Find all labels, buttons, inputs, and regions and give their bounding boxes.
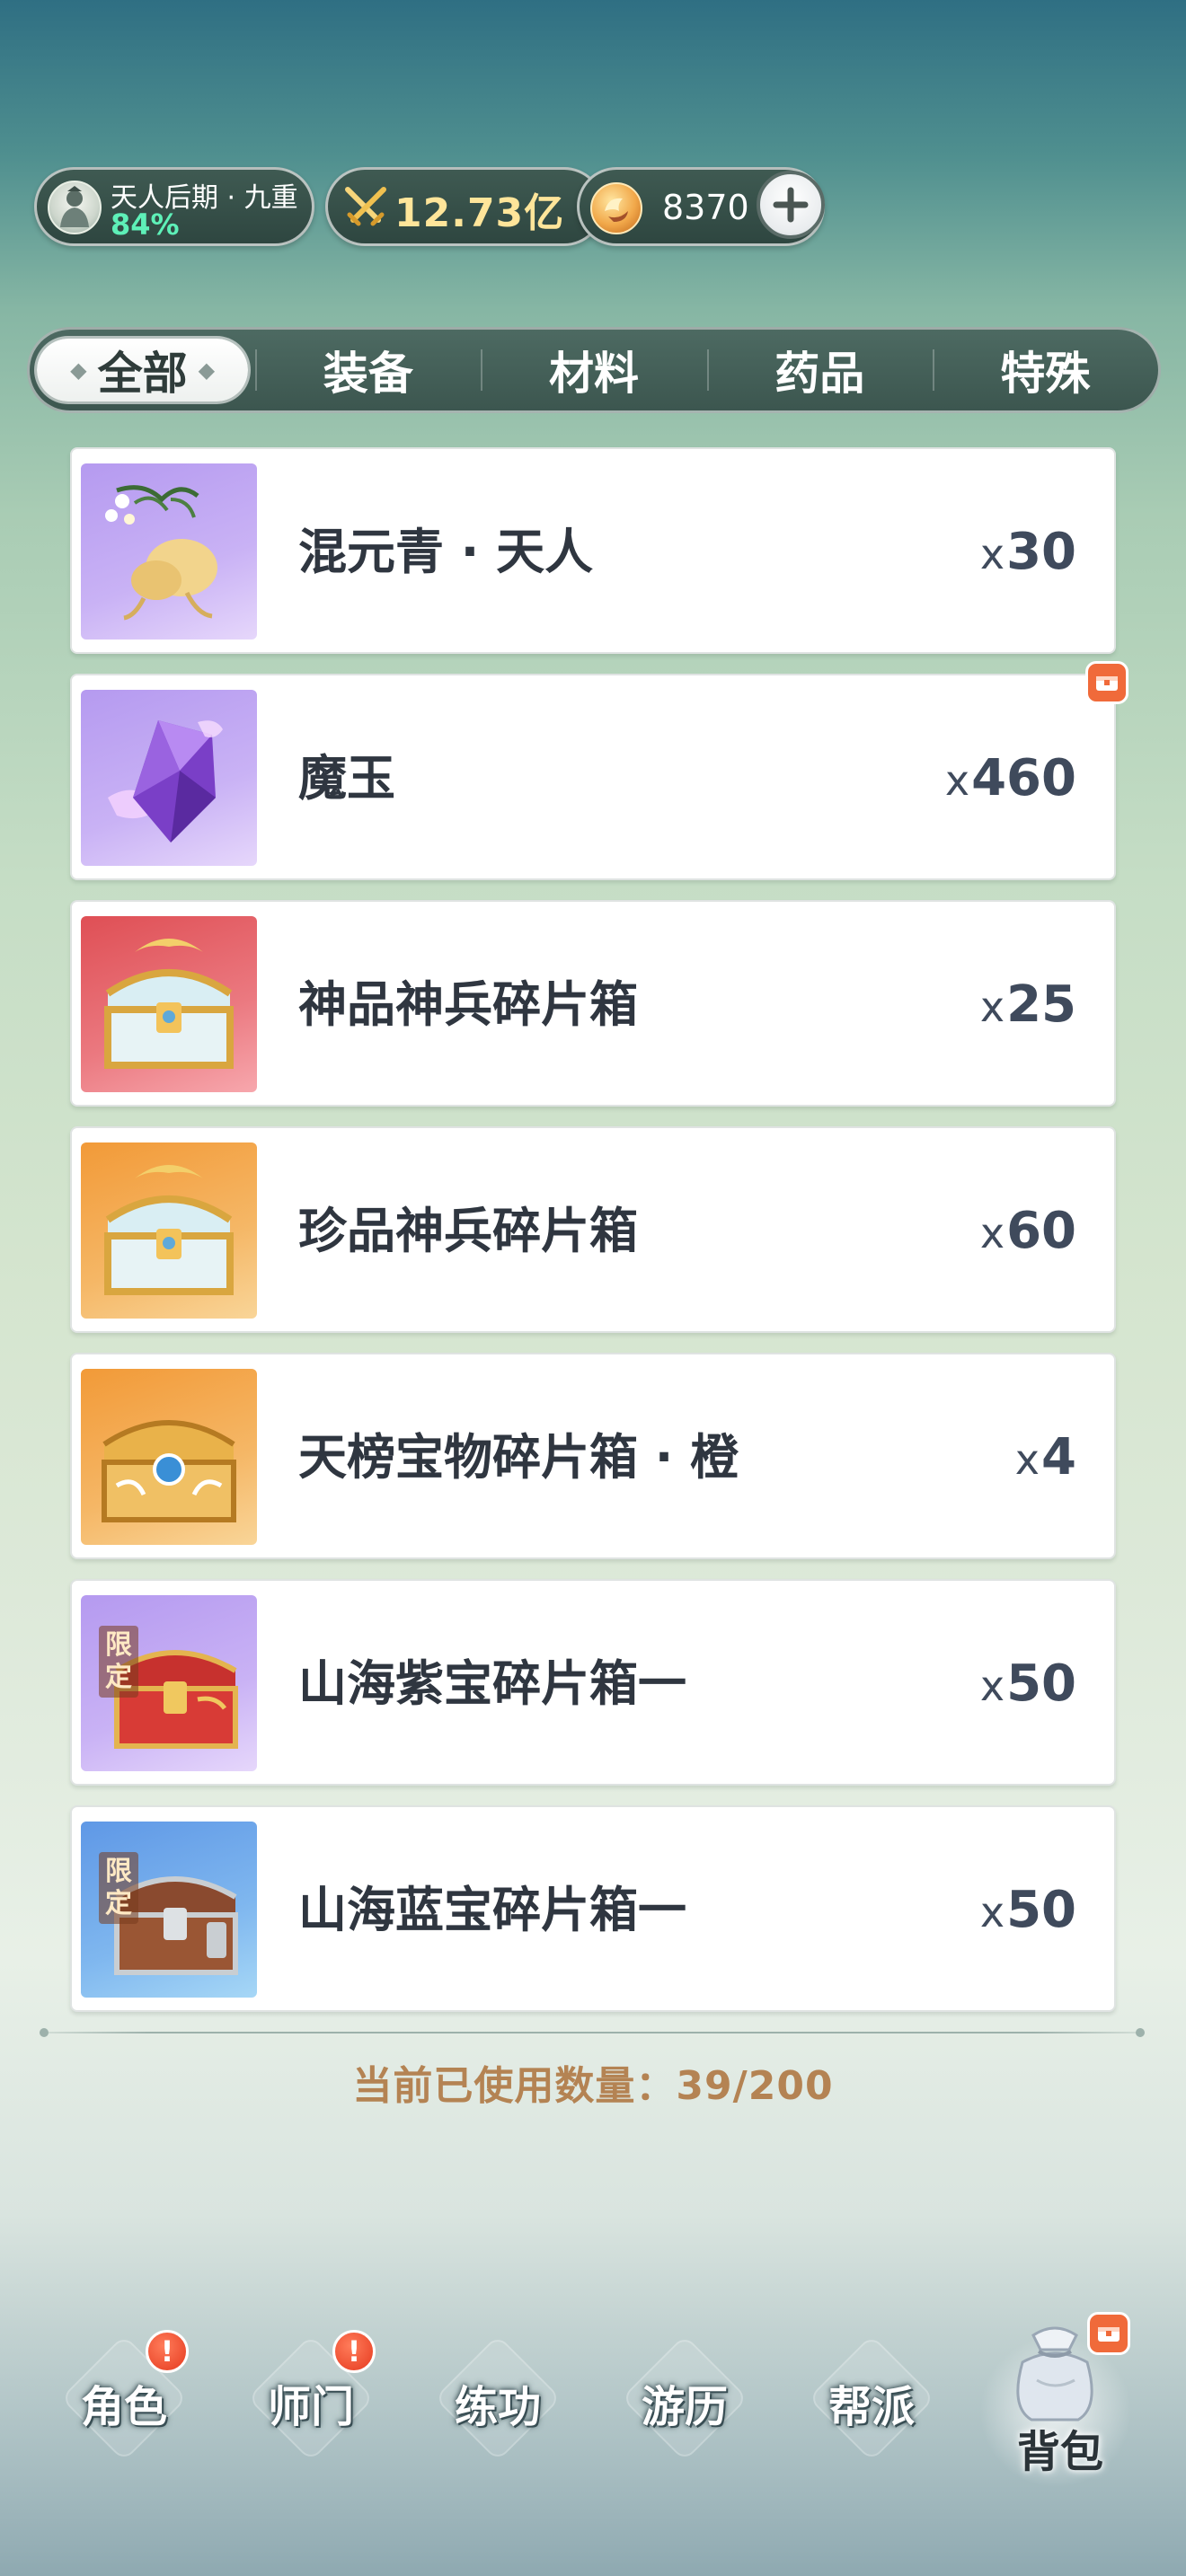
nav-sect[interactable]: 师门 !: [221, 2326, 401, 2506]
inventory-list: 混元青 · 天人 x30 魔玉 x460 神品神兵碎片箱 x25 珍品神兵碎片箱…: [70, 447, 1128, 2032]
list-item[interactable]: 神品神兵碎片箱 x25: [70, 900, 1116, 1107]
tab-label: 装备: [323, 348, 413, 400]
nav-label: 游历: [641, 2382, 728, 2432]
power-value: 12.73亿: [394, 190, 565, 236]
purple-crystal-icon: [108, 720, 223, 842]
tab-label: 特殊: [1000, 348, 1091, 400]
realm-progress-text: 84%: [111, 207, 180, 242]
item-name: 天榜宝物碎片箱 · 橙: [298, 1429, 739, 1486]
item-quantity: x50: [980, 1807, 1076, 2014]
realm-pill[interactable]: 天人后期 · 九重 84%: [34, 167, 314, 246]
alert-icon: !: [146, 2330, 189, 2373]
quantity-value: 30: [1006, 523, 1076, 581]
limited-tag: 限定: [99, 1626, 138, 1698]
bottom-nav: 角色 ! 师门 ! 练功 游历 帮派 背包: [0, 2312, 1186, 2542]
item-name: 山海紫宝碎片箱一: [298, 1655, 686, 1712]
crossed-swords-icon: [345, 187, 386, 226]
item-quantity: x25: [980, 902, 1076, 1108]
quantity-value: 50: [1006, 1654, 1076, 1713]
ginseng-root-icon: [105, 485, 217, 621]
list-item[interactable]: 限定 山海紫宝碎片箱一 x50: [70, 1579, 1116, 1786]
alert-icon: !: [332, 2330, 376, 2373]
list-item[interactable]: 限定 山海蓝宝碎片箱一 x50: [70, 1805, 1116, 2012]
item-quantity: x460: [945, 675, 1076, 882]
quantity-prefix: x: [1014, 1435, 1040, 1484]
nav-label: 练功: [454, 2382, 541, 2432]
item-thumbnail: [81, 463, 257, 640]
quantity-prefix: x: [979, 1888, 1005, 1936]
capacity-value: 39/200: [676, 2063, 834, 2109]
item-thumbnail: [81, 690, 257, 866]
tab-materials[interactable]: 材料: [481, 330, 706, 410]
add-currency-button[interactable]: [757, 171, 825, 239]
nav-character[interactable]: 角色 !: [34, 2326, 214, 2506]
quantity-value: 25: [1006, 975, 1076, 1034]
jade-coin-icon: [590, 182, 642, 234]
power-pill[interactable]: 12.73亿: [325, 167, 604, 246]
nav-backpack[interactable]: 背包: [970, 2312, 1150, 2506]
diamond-ornament-icon: ◆: [70, 357, 87, 383]
diamond-ornament-icon: ◆: [198, 357, 216, 383]
item-thumbnail: 限定: [81, 1822, 257, 1998]
cultivator-avatar-icon: [48, 181, 102, 234]
tab-medicine[interactable]: 药品: [706, 330, 933, 410]
item-thumbnail: 限定: [81, 1595, 257, 1771]
item-quantity: x60: [980, 1128, 1076, 1335]
tab-equipment[interactable]: 装备: [255, 330, 481, 410]
capacity-text: 当前已使用数量：39/200: [0, 2053, 1186, 2111]
golden-chest-icon: [102, 1420, 236, 1522]
nav-label: 帮派: [828, 2382, 915, 2432]
item-thumbnail: [81, 1369, 257, 1545]
dragon-chest-icon: [104, 1165, 234, 1295]
new-item-badge: [1085, 661, 1128, 704]
quantity-value: 4: [1041, 1428, 1076, 1486]
currency-value: 8370: [662, 188, 749, 227]
nav-guild[interactable]: 帮派: [782, 2326, 961, 2506]
nav-label: 师门: [267, 2382, 354, 2432]
nav-travel[interactable]: 游历: [595, 2326, 774, 2506]
tab-label: 材料: [549, 348, 639, 400]
tab-special[interactable]: 特殊: [932, 330, 1158, 410]
item-name: 山海蓝宝碎片箱一: [298, 1882, 686, 1938]
item-quantity: x30: [980, 449, 1076, 656]
dragon-chest-icon: [104, 939, 234, 1069]
chest-badge-icon: [1096, 676, 1118, 691]
tab-all[interactable]: ◆ 全部 ◆: [30, 330, 255, 410]
tab-label: 药品: [774, 348, 865, 400]
quantity-prefix: x: [979, 983, 1005, 1031]
status-row: 天人后期 · 九重 84% 12.73亿 8370: [34, 167, 933, 246]
quantity-value: 460: [971, 749, 1076, 807]
nav-training[interactable]: 练功: [408, 2326, 588, 2506]
item-quantity: x50: [980, 1581, 1076, 1787]
capacity-label: 当前已使用数量：: [352, 2063, 677, 2109]
quantity-prefix: x: [979, 1209, 1005, 1257]
chest-badge-icon: [1098, 2327, 1120, 2342]
item-thumbnail: [81, 916, 257, 1092]
list-item[interactable]: 天榜宝物碎片箱 · 橙 x4: [70, 1353, 1116, 1559]
quantity-prefix: x: [944, 756, 970, 805]
quantity-prefix: x: [979, 1662, 1005, 1710]
item-name: 魔玉: [298, 750, 395, 807]
category-tabs: ◆ 全部 ◆ 装备 材料 药品 特殊: [27, 327, 1161, 413]
quantity-prefix: x: [979, 530, 1005, 578]
section-divider: [40, 2028, 1145, 2037]
item-name: 神品神兵碎片箱: [298, 976, 638, 1033]
new-item-badge: [1087, 2312, 1130, 2355]
nav-label: 背包: [1016, 2427, 1103, 2477]
list-item[interactable]: 混元青 · 天人 x30: [70, 447, 1116, 654]
plus-icon: [773, 187, 809, 223]
item-quantity: x4: [1015, 1354, 1076, 1561]
item-name: 珍品神兵碎片箱: [298, 1203, 638, 1259]
item-name: 混元青 · 天人: [298, 524, 594, 580]
list-item[interactable]: 魔玉 x460: [70, 661, 1128, 882]
item-thumbnail: [81, 1142, 257, 1319]
limited-tag: 限定: [99, 1852, 138, 1924]
quantity-value: 60: [1006, 1202, 1076, 1260]
tab-label: 全部: [97, 348, 188, 400]
list-item[interactable]: 珍品神兵碎片箱 x60: [70, 1126, 1116, 1333]
nav-label: 角色: [80, 2382, 167, 2432]
quantity-value: 50: [1006, 1881, 1076, 1939]
